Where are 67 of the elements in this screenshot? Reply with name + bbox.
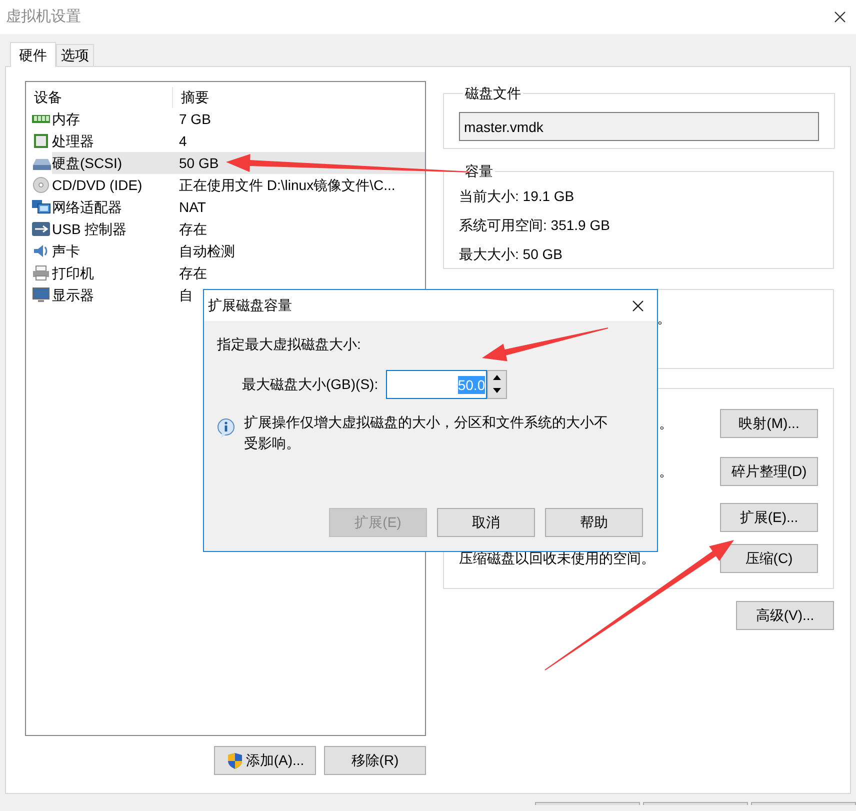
device-row[interactable]: 处理器 4	[52, 130, 425, 152]
group-title: 容量	[464, 162, 494, 181]
device-name: 声卡	[52, 242, 81, 260]
button[interactable]: 压缩(C)	[720, 544, 818, 573]
close-icon	[834, 11, 846, 23]
device-summary: 自	[178, 286, 193, 304]
device-name: 硬盘(SCSI)	[52, 154, 123, 173]
info-text: 扩展操作仅增大虚拟磁盘的大小，分区和文件系统的大小不受影响。	[244, 413, 609, 453]
text-fragment: 。	[659, 462, 673, 481]
usb-icon	[32, 221, 51, 237]
printer-icon	[32, 265, 51, 281]
device-row[interactable]: CD/DVD (IDE) 正在使用文件 D:\linux镜像文件\C...	[52, 174, 425, 196]
device-summary: 4	[178, 132, 187, 150]
device-name: 内存	[52, 110, 81, 128]
device-summary: 50 GB	[178, 154, 219, 172]
capacity-text: 系统可用空间: 351.9 GB	[459, 216, 611, 235]
file-field[interactable]: master.vmdk	[459, 112, 819, 141]
device-row[interactable]: 内存 7 GB	[52, 108, 425, 130]
disc-icon	[32, 177, 51, 193]
close-icon	[632, 300, 644, 312]
dialog-title: 扩展磁盘容量	[208, 296, 292, 315]
device-summary: NAT	[178, 198, 206, 216]
button[interactable]	[535, 802, 640, 805]
column-header[interactable]: 摘要	[172, 86, 209, 108]
tab[interactable]: 硬件	[10, 42, 56, 67]
device-name: 显示器	[52, 286, 95, 304]
spin-buttons[interactable]	[487, 370, 508, 399]
group-title: 磁盘文件	[464, 84, 522, 103]
button: 扩展(E)	[329, 508, 427, 537]
button[interactable]: 扩展(E)...	[720, 503, 818, 532]
text-fragment: 。	[657, 310, 671, 326]
capacity-text: 当前大小: 19.1 GB	[459, 187, 576, 206]
window-title: 虚拟机设置	[6, 6, 81, 27]
device-row[interactable]: 网络适配器 NAT	[52, 196, 425, 218]
device-summary: 存在	[178, 220, 207, 238]
chip-icon	[32, 133, 51, 149]
device-summary: 存在	[178, 264, 207, 282]
tab[interactable]: 选项	[56, 44, 94, 66]
info-icon	[216, 418, 236, 440]
button[interactable]: 碎片整理(D)	[720, 457, 818, 486]
column-header[interactable]: 设备	[26, 86, 172, 108]
device-name: CD/DVD (IDE)	[52, 176, 144, 195]
device-name: 处理器	[52, 132, 95, 150]
text-fragment: 。	[659, 414, 673, 433]
button[interactable]: 帮助	[545, 508, 643, 537]
device-summary: 正在使用文件 D:\linux镜像文件\C...	[178, 176, 396, 194]
capacity-text: 最大大小: 50 GB	[459, 245, 564, 264]
button[interactable]: 映射(M)...	[720, 409, 818, 438]
device-summary: 7 GB	[178, 110, 211, 128]
button[interactable]: 添加(A)...	[214, 746, 316, 775]
description-text: 压缩磁盘以回收未使用的空间。	[459, 549, 655, 568]
field-label: 最大磁盘大小(GB)(S):	[242, 375, 378, 394]
device-name: 网络适配器	[52, 198, 123, 216]
device-summary: 自动检测	[178, 242, 235, 260]
monitor-icon	[32, 287, 51, 303]
button[interactable]: 移除(R)	[324, 746, 426, 775]
device-row[interactable]: 打印机 存在	[52, 262, 425, 284]
device-row[interactable]: USB 控制器 存在	[52, 218, 425, 240]
button[interactable]: 取消	[437, 508, 535, 537]
button[interactable]: 高级(V)...	[736, 601, 834, 630]
device-row[interactable]: 声卡 自动检测	[52, 240, 425, 262]
button[interactable]	[643, 802, 748, 805]
button[interactable]	[751, 802, 856, 805]
device-name: USB 控制器	[52, 220, 128, 238]
network-icon	[32, 199, 51, 215]
prompt-text: 指定最大虚拟磁盘大小:	[217, 335, 361, 354]
device-name: 打印机	[52, 264, 95, 282]
